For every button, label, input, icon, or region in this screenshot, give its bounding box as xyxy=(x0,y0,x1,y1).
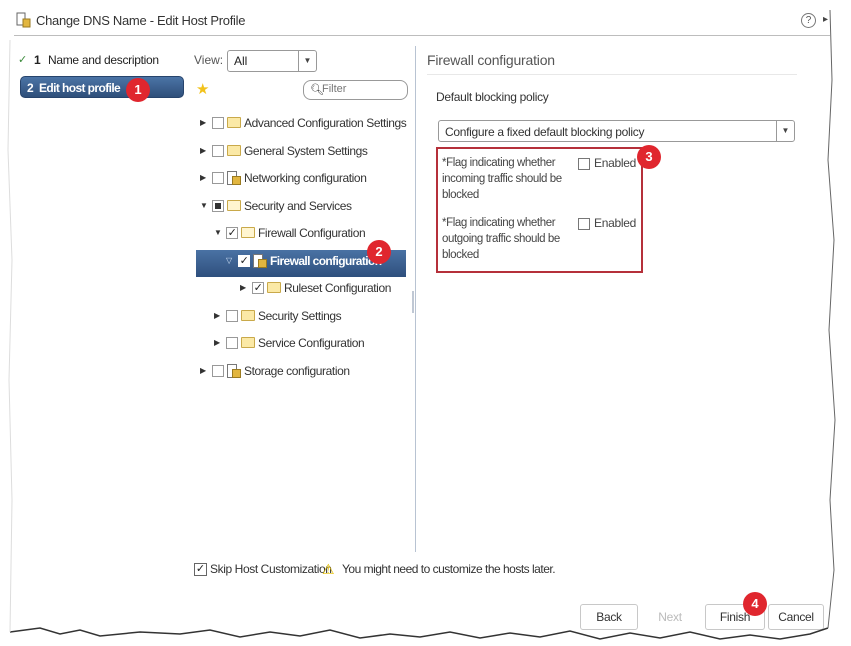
tree-node-checkbox[interactable] xyxy=(212,364,224,377)
tree-node-checkbox[interactable]: ✓ xyxy=(226,227,238,239)
title-bar: Change DNS Name - Edit Host Profile ? ▸ xyxy=(14,8,830,36)
collapse-arrow-icon[interactable]: ▼ xyxy=(200,195,210,217)
tree-node-checkbox[interactable]: ✓ xyxy=(238,254,250,267)
tree-node[interactable]: ▶ Networking configuration xyxy=(190,167,416,195)
collapse-arrow-icon[interactable]: ▽ xyxy=(226,250,236,272)
step-label: Name and description xyxy=(48,53,159,67)
tree-node-label: Security Settings xyxy=(258,308,342,323)
dialog-title: Change DNS Name - Edit Host Profile xyxy=(36,13,246,28)
wizard-steps: ✓ 1 Name and description 2 Edit host pro… xyxy=(14,48,186,98)
profile-tree-panel: View: All ▼ ★ 🔍︎ ▶ Advanced Configuration… xyxy=(190,46,416,552)
tree-scrollbar[interactable] xyxy=(412,291,414,313)
step-name-and-description[interactable]: ✓ 1 Name and description xyxy=(14,48,186,72)
tree-node-label: Advanced Configuration Settings xyxy=(244,116,407,130)
next-button[interactable]: Next xyxy=(641,604,699,630)
skip-customization-checkbox[interactable]: ✓ xyxy=(194,563,207,576)
tree-node[interactable]: ▶ ✓ Ruleset Configuration xyxy=(190,277,416,305)
view-select[interactable]: All ▼ xyxy=(227,50,317,72)
collapse-arrow-icon[interactable]: ▼ xyxy=(214,222,224,244)
expand-arrow-icon[interactable]: ▶ xyxy=(200,112,210,134)
folder-icon xyxy=(227,144,241,156)
folder-icon xyxy=(267,282,281,293)
tree-node-checkbox[interactable]: ✓ xyxy=(252,282,264,294)
favorite-star-icon[interactable]: ★ xyxy=(196,80,209,98)
step-label: Edit host profile xyxy=(39,81,121,95)
view-label: View: xyxy=(194,53,224,67)
folder-icon xyxy=(241,309,255,321)
profile-icon xyxy=(227,171,241,185)
config-title: Firewall configuration xyxy=(427,52,555,68)
tree-node-label: Ruleset Configuration xyxy=(284,281,392,295)
tree-node-label: Networking configuration xyxy=(244,171,367,185)
blocking-flags-group: *Flag indicating whether incoming traffi… xyxy=(436,147,643,273)
expand-arrow-icon[interactable]: ▶ xyxy=(200,140,210,162)
cancel-button[interactable]: Cancel xyxy=(768,604,824,630)
policy-label: Default blocking policy xyxy=(436,90,549,104)
folder-open-icon xyxy=(241,227,255,238)
tree-node-checkbox[interactable] xyxy=(212,199,224,212)
profile-icon xyxy=(227,363,241,378)
profile-icon xyxy=(253,253,267,268)
tree-node-checkbox[interactable] xyxy=(226,337,238,349)
filter-input-box[interactable]: 🔍︎ xyxy=(303,80,408,100)
checkbox-label: Enabled xyxy=(594,156,636,170)
blocking-policy-select[interactable]: Configure a fixed default blocking polic… xyxy=(438,120,795,142)
checkbox-label: Enabled xyxy=(594,216,636,230)
warning-text: You might need to customize the hosts la… xyxy=(342,562,556,576)
folder-icon xyxy=(241,337,255,348)
tree-node-checkbox[interactable] xyxy=(226,309,238,322)
chevron-down-icon[interactable]: ▼ xyxy=(776,121,794,141)
tree-node[interactable]: ▶ General System Settings xyxy=(190,140,416,168)
tree-node-label: Security and Services xyxy=(244,198,352,213)
callout-badge-1: 1 xyxy=(126,78,150,102)
tree-node[interactable]: ▶ Advanced Configuration Settings xyxy=(190,112,416,140)
tree-node[interactable]: ▼ Security and Services xyxy=(190,195,416,223)
tree-node-checkbox[interactable] xyxy=(212,172,224,184)
expand-arrow-icon[interactable]: ▶ xyxy=(200,360,210,382)
tree-node-label: General System Settings xyxy=(244,143,368,158)
filter-input[interactable] xyxy=(322,83,402,95)
callout-badge-3: 3 xyxy=(637,145,661,169)
chevron-down-icon[interactable]: ▼ xyxy=(298,51,316,71)
tree-node-checkbox[interactable] xyxy=(212,144,224,157)
flag-description: *Flag indicating whether incoming traffi… xyxy=(442,157,562,201)
tree-node[interactable]: ▶ Security Settings xyxy=(190,305,416,333)
warning-icon: ⚠ xyxy=(322,561,335,577)
incoming-enabled-checkbox[interactable] xyxy=(578,158,590,170)
tree-node-checkbox[interactable] xyxy=(212,117,224,129)
step-number: 2 xyxy=(27,81,34,95)
flag-description: *Flag indicating whether outgoing traffi… xyxy=(442,217,560,261)
skip-customization-label: Skip Host Customization xyxy=(210,562,332,576)
tree-node-label: Storage configuration xyxy=(244,363,350,378)
callout-badge-4: 4 xyxy=(743,592,767,616)
outgoing-enabled-checkbox[interactable] xyxy=(578,218,590,230)
tree-node-label: Firewall Configuration xyxy=(258,226,366,240)
help-icon[interactable]: ? xyxy=(801,13,816,28)
tree-node[interactable]: ▶ Storage configuration xyxy=(190,360,416,388)
expand-arrow-icon[interactable]: ▶ xyxy=(200,167,210,189)
expand-arrow-icon[interactable]: ▶ xyxy=(214,305,224,327)
edit-host-profile-dialog: Change DNS Name - Edit Host Profile ? ▸ … xyxy=(0,0,851,646)
back-button[interactable]: Back xyxy=(580,604,638,630)
tree-node[interactable]: ▶ Service Configuration xyxy=(190,332,416,360)
view-select-value: All xyxy=(234,54,248,68)
host-profile-icon xyxy=(16,12,31,28)
folder-open-icon xyxy=(227,199,241,211)
expand-arrow-icon[interactable]: ▶ xyxy=(240,277,250,299)
divider xyxy=(427,74,797,75)
tree-node-label: Service Configuration xyxy=(258,336,365,350)
checkmark-icon: ✓ xyxy=(18,54,27,66)
callout-badge-2: 2 xyxy=(367,240,391,264)
tree-node-label: Firewall configuration xyxy=(270,253,382,268)
folder-icon xyxy=(227,117,241,128)
step-edit-host-profile[interactable]: 2 Edit host profile xyxy=(20,76,184,98)
expand-icon[interactable]: ▸ xyxy=(823,14,828,25)
expand-arrow-icon[interactable]: ▶ xyxy=(214,332,224,354)
step-number: 1 xyxy=(34,53,41,67)
policy-select-value: Configure a fixed default blocking polic… xyxy=(445,125,645,139)
